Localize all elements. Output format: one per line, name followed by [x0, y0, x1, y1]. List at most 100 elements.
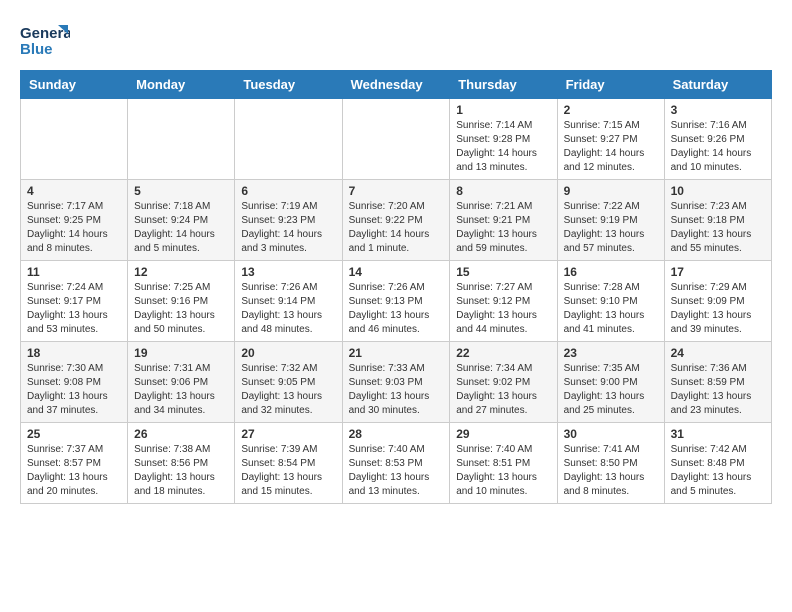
- day-info: Sunrise: 7:22 AMSunset: 9:19 PMDaylight:…: [564, 200, 658, 256]
- day-number: 6: [241, 184, 335, 198]
- day-number: 16: [564, 265, 658, 279]
- calendar-cell: 14 Sunrise: 7:26 AMSunset: 9:13 PMDayligh…: [342, 261, 450, 342]
- calendar-cell: 13Sunrise: 7:26 AMSunset: 9:14 PMDayligh…: [235, 261, 342, 342]
- day-number: 4: [27, 184, 121, 198]
- day-info: Sunrise: 7:14 AMSunset: 9:28 PMDaylight:…: [456, 119, 550, 175]
- day-info: Sunrise: 7:33 AMSunset: 9:03 PMDaylight:…: [349, 362, 444, 418]
- day-number: 25: [27, 427, 121, 441]
- calendar-cell: 4 Sunrise: 7:17 AMSunset: 9:25 PMDaylight…: [21, 180, 128, 261]
- day-info: Sunrise: 7:40 AMSunset: 8:53 PMDaylight:…: [349, 443, 444, 499]
- calendar-cell: [21, 99, 128, 180]
- calendar-cell: 5 Sunrise: 7:18 AMSunset: 9:24 PMDaylight…: [128, 180, 235, 261]
- day-number: 10: [671, 184, 765, 198]
- calendar-cell: 20 Sunrise: 7:32 AMSunset: 9:05 PMDayligh…: [235, 342, 342, 423]
- logo-svg: GeneralBlue: [20, 20, 70, 60]
- day-number: 5: [134, 184, 228, 198]
- calendar-cell: 25 Sunrise: 7:37 AMSunset: 8:57 PMDayligh…: [21, 423, 128, 504]
- day-number: 14: [349, 265, 444, 279]
- day-number: 28: [349, 427, 444, 441]
- day-info: Sunrise: 7:19 AMSunset: 9:23 PMDaylight:…: [241, 200, 335, 256]
- day-number: 11: [27, 265, 121, 279]
- day-info: Sunrise: 7:39 AMSunset: 8:54 PMDaylight:…: [241, 443, 335, 499]
- day-number: 20: [241, 346, 335, 360]
- calendar-cell: 22 Sunrise: 7:34 AMSunset: 9:02 PMDayligh…: [450, 342, 557, 423]
- day-header-friday: Friday: [557, 71, 664, 99]
- calendar-cell: 7 Sunrise: 7:20 AMSunset: 9:22 PMDaylight…: [342, 180, 450, 261]
- day-info: Sunrise: 7:21 AMSunset: 9:21 PMDaylight:…: [456, 200, 550, 256]
- day-info: Sunrise: 7:20 AMSunset: 9:22 PMDaylight:…: [349, 200, 444, 256]
- day-number: 29: [456, 427, 550, 441]
- day-info: Sunrise: 7:31 AMSunset: 9:06 PMDaylight:…: [134, 362, 228, 418]
- day-header-thursday: Thursday: [450, 71, 557, 99]
- day-info: Sunrise: 7:40 AMSunset: 8:51 PMDaylight:…: [456, 443, 550, 499]
- day-number: 15: [456, 265, 550, 279]
- day-number: 24: [671, 346, 765, 360]
- calendar-cell: 1Sunrise: 7:14 AMSunset: 9:28 PMDaylight…: [450, 99, 557, 180]
- day-header-sunday: Sunday: [21, 71, 128, 99]
- calendar-cell: [128, 99, 235, 180]
- day-info: Sunrise: 7:18 AMSunset: 9:24 PMDaylight:…: [134, 200, 228, 256]
- day-number: 27: [241, 427, 335, 441]
- calendar-cell: 10 Sunrise: 7:23 AMSunset: 9:18 PMDayligh…: [664, 180, 771, 261]
- calendar-cell: 27 Sunrise: 7:39 AMSunset: 8:54 PMDayligh…: [235, 423, 342, 504]
- day-number: 3: [671, 103, 765, 117]
- day-info: Sunrise: 7:17 AMSunset: 9:25 PMDaylight:…: [27, 200, 121, 256]
- calendar-cell: 31 Sunrise: 7:42 AMSunset: 8:48 PMDayligh…: [664, 423, 771, 504]
- day-info: Sunrise: 7:32 AMSunset: 9:05 PMDaylight:…: [241, 362, 335, 418]
- day-info: Sunrise: 7:25 AMSunset: 9:16 PMDaylight:…: [134, 281, 228, 337]
- day-number: 23: [564, 346, 658, 360]
- day-info: Sunrise: 7:23 AMSunset: 9:18 PMDaylight:…: [671, 200, 765, 256]
- day-number: 21: [349, 346, 444, 360]
- day-header-saturday: Saturday: [664, 71, 771, 99]
- day-info: Sunrise: 7:41 AMSunset: 8:50 PMDaylight:…: [564, 443, 658, 499]
- logo: GeneralBlue: [20, 20, 70, 60]
- calendar-cell: 23 Sunrise: 7:35 AMSunset: 9:00 PMDayligh…: [557, 342, 664, 423]
- day-number: 30: [564, 427, 658, 441]
- day-info: Sunrise: 7:42 AMSunset: 8:48 PMDaylight:…: [671, 443, 765, 499]
- calendar-cell: 16Sunrise: 7:28 AMSunset: 9:10 PMDayligh…: [557, 261, 664, 342]
- day-info: Sunrise: 7:34 AMSunset: 9:02 PMDaylight:…: [456, 362, 550, 418]
- calendar-cell: 19Sunrise: 7:31 AMSunset: 9:06 PMDayligh…: [128, 342, 235, 423]
- day-info: Sunrise: 7:35 AMSunset: 9:00 PMDaylight:…: [564, 362, 658, 418]
- day-info: Sunrise: 7:36 AMSunset: 8:59 PMDaylight:…: [671, 362, 765, 418]
- calendar-cell: 9 Sunrise: 7:22 AMSunset: 9:19 PMDaylight…: [557, 180, 664, 261]
- calendar-cell: 21 Sunrise: 7:33 AMSunset: 9:03 PMDayligh…: [342, 342, 450, 423]
- day-header-monday: Monday: [128, 71, 235, 99]
- day-info: Sunrise: 7:37 AMSunset: 8:57 PMDaylight:…: [27, 443, 121, 499]
- week-row-4: 18 Sunrise: 7:30 AMSunset: 9:08 PMDayligh…: [21, 342, 772, 423]
- day-info: Sunrise: 7:24 AMSunset: 9:17 PMDaylight:…: [27, 281, 121, 337]
- header: GeneralBlue: [20, 20, 772, 60]
- svg-text:Blue: Blue: [20, 41, 53, 58]
- day-info: Sunrise: 7:15 AMSunset: 9:27 PMDaylight:…: [564, 119, 658, 175]
- calendar-cell: [235, 99, 342, 180]
- day-number: 17: [671, 265, 765, 279]
- day-number: 7: [349, 184, 444, 198]
- calendar-cell: 30 Sunrise: 7:41 AMSunset: 8:50 PMDayligh…: [557, 423, 664, 504]
- calendar-cell: 3 Sunrise: 7:16 AMSunset: 9:26 PMDaylight…: [664, 99, 771, 180]
- day-info: Sunrise: 7:16 AMSunset: 9:26 PMDaylight:…: [671, 119, 765, 175]
- day-info: Sunrise: 7:26 AMSunset: 9:13 PMDaylight:…: [349, 281, 444, 337]
- day-info: Sunrise: 7:27 AMSunset: 9:12 PMDaylight:…: [456, 281, 550, 337]
- calendar-cell: 17 Sunrise: 7:29 AMSunset: 9:09 PMDayligh…: [664, 261, 771, 342]
- calendar-cell: 2Sunrise: 7:15 AMSunset: 9:27 PMDaylight…: [557, 99, 664, 180]
- day-header-wednesday: Wednesday: [342, 71, 450, 99]
- day-number: 31: [671, 427, 765, 441]
- day-info: Sunrise: 7:29 AMSunset: 9:09 PMDaylight:…: [671, 281, 765, 337]
- header-row: SundayMondayTuesdayWednesdayThursdayFrid…: [21, 71, 772, 99]
- day-info: Sunrise: 7:30 AMSunset: 9:08 PMDaylight:…: [27, 362, 121, 418]
- day-info: Sunrise: 7:38 AMSunset: 8:56 PMDaylight:…: [134, 443, 228, 499]
- calendar-cell: 26 Sunrise: 7:38 AMSunset: 8:56 PMDayligh…: [128, 423, 235, 504]
- day-number: 8: [456, 184, 550, 198]
- day-number: 26: [134, 427, 228, 441]
- week-row-5: 25 Sunrise: 7:37 AMSunset: 8:57 PMDayligh…: [21, 423, 772, 504]
- week-row-1: 1Sunrise: 7:14 AMSunset: 9:28 PMDaylight…: [21, 99, 772, 180]
- calendar-cell: 12Sunrise: 7:25 AMSunset: 9:16 PMDayligh…: [128, 261, 235, 342]
- day-number: 9: [564, 184, 658, 198]
- day-info: Sunrise: 7:26 AMSunset: 9:14 PMDaylight:…: [241, 281, 335, 337]
- calendar-cell: [342, 99, 450, 180]
- day-number: 18: [27, 346, 121, 360]
- calendar-cell: 6 Sunrise: 7:19 AMSunset: 9:23 PMDaylight…: [235, 180, 342, 261]
- calendar-cell: 15 Sunrise: 7:27 AMSunset: 9:12 PMDayligh…: [450, 261, 557, 342]
- calendar-cell: 11 Sunrise: 7:24 AMSunset: 9:17 PMDayligh…: [21, 261, 128, 342]
- day-number: 22: [456, 346, 550, 360]
